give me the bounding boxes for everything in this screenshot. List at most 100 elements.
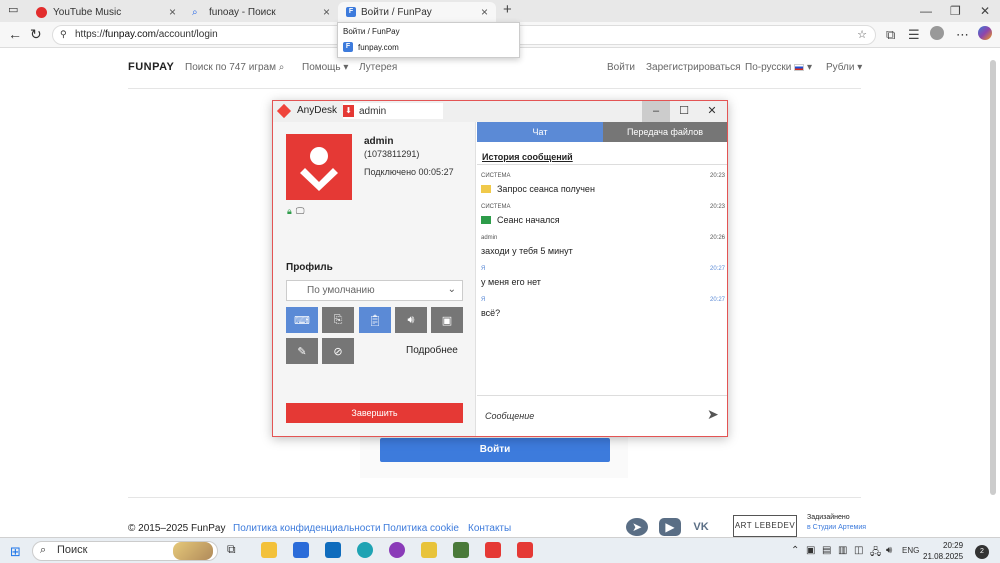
page-scrollbar[interactable] [990, 60, 996, 495]
draw-permission-button[interactable]: ✎ [286, 338, 318, 364]
remote-address-text: admin [359, 105, 387, 117]
anydesk-taskbar-icon[interactable] [485, 542, 501, 558]
cookie-link[interactable]: Политика cookie [383, 523, 459, 534]
currency-menu[interactable]: Рубли ▾ [826, 62, 862, 73]
screen-permission-button[interactable]: ▣ [431, 307, 463, 333]
anydesk-tabs: Чат Передача файлов [477, 122, 727, 142]
anydesk-logo: AnyDesk [276, 103, 337, 118]
favorites-icon[interactable]: ☰ [908, 27, 920, 43]
profile-select[interactable]: По умолчанию ⌄ [286, 280, 463, 301]
message-history-label[interactable]: История сообщений [482, 152, 573, 162]
file-explorer-icon[interactable] [261, 542, 277, 558]
taskbar-search-input[interactable]: ⌕ Поиск [32, 541, 218, 561]
language-indicator[interactable]: ENG [902, 546, 919, 555]
tray-overflow-icon[interactable]: ⌃ [791, 545, 799, 556]
game-search-link[interactable]: Поиск по 747 играм ⌕ [185, 62, 284, 73]
extensions-icon[interactable]: ⧉ [886, 27, 895, 43]
clock-date: 21.08.2025 [923, 552, 964, 561]
anydesk-session-icon: ⬇ [343, 105, 354, 117]
more-icon[interactable]: ⋯ [956, 27, 969, 43]
store-icon[interactable] [293, 542, 309, 558]
sound-permission-button[interactable]: 🔊︎ [395, 307, 427, 333]
footer-divider [128, 497, 861, 498]
tab-actions-icon[interactable]: ▭ [8, 3, 18, 16]
vk-icon[interactable]: VK [690, 518, 712, 536]
tray-app-icon[interactable]: ▤ [822, 545, 831, 556]
taskbar-search-placeholder: Поиск [57, 544, 88, 556]
tab-chat[interactable]: Чат [477, 122, 603, 142]
file-transfer-permission-button[interactable]: ⎘ [322, 307, 354, 333]
art-lebedev-logo[interactable]: ART LEBEDEV [733, 515, 797, 537]
anydesk-titlebar[interactable]: AnyDesk ⬇ admin – ☐ ✕ [273, 101, 727, 122]
network-icon[interactable]: 🖧︎ [870, 545, 881, 562]
send-icon[interactable]: ➤ [707, 406, 719, 423]
anydesk-maximize-button[interactable]: ☐ [670, 101, 698, 122]
copilot-icon[interactable] [978, 26, 992, 40]
profile-avatar[interactable] [930, 26, 944, 40]
minecraft-icon[interactable] [453, 542, 469, 558]
profile-select-value: По умолчанию [307, 285, 375, 296]
tray-app-icon[interactable]: ◫ [854, 545, 863, 556]
register-link[interactable]: Зарегистрироваться [646, 62, 741, 73]
end-session-button[interactable]: Завершить [286, 403, 463, 423]
keyboard-mouse-permission-button[interactable]: ⌨ [286, 307, 318, 333]
restore-icon[interactable]: ❐ [950, 4, 961, 18]
notification-badge[interactable]: 2 [975, 545, 989, 559]
chat-message: СИСТЕМА 20:23 Запрос сеанса получен [481, 173, 725, 194]
tab-search[interactable]: ⌕ funoay - Поиск × [184, 2, 338, 22]
remote-address-field[interactable]: ⬇ admin [343, 103, 443, 119]
language-menu[interactable]: По-русски ▾ [745, 62, 812, 73]
taskbar: ⊞ ⌕ Поиск ⧉ ⌃ ▣ ▤ ▥ ◫ 🖧︎ 🔊︎ ENG 20:29 21… [0, 537, 1000, 563]
help-menu[interactable]: Помощь ▾ [302, 62, 348, 73]
window-close-icon[interactable]: ✕ [980, 4, 990, 18]
more-details-link[interactable]: Подробнее [406, 345, 458, 356]
close-icon[interactable]: × [169, 5, 176, 19]
chat-message: СИСТЕМА 20:23 Сеанс начался [481, 204, 725, 225]
back-icon[interactable]: ← [8, 26, 22, 42]
site-info-icon[interactable]: ⚲ [60, 29, 67, 40]
chat-message: admin 20:26 заходи у тебя 5 минут [481, 235, 725, 256]
lottery-link[interactable]: Лутерея [359, 62, 397, 73]
block-input-button[interactable]: ⊘ [322, 338, 354, 364]
clock-time: 20:29 [943, 541, 964, 550]
refresh-icon[interactable]: ↻ [30, 26, 42, 43]
anydesk-minimize-button[interactable]: – [642, 101, 670, 122]
anydesk-session-taskbar-icon[interactable] [517, 542, 533, 558]
privacy-link[interactable]: Политика конфиденциальности [233, 523, 381, 534]
tab-title: Войти / FunPay [361, 6, 432, 18]
anydesk-close-button[interactable]: ✕ [698, 101, 726, 122]
tab-funpay[interactable]: F Войти / FunPay × [338, 2, 496, 22]
favorite-star-icon[interactable]: ☆ [857, 28, 867, 41]
clipboard-permission-button[interactable]: 📋︎ [359, 307, 391, 333]
outlook-icon[interactable] [325, 542, 341, 558]
windows-start-icon[interactable]: ⊞ [10, 544, 21, 560]
contacts-link[interactable]: Контакты [468, 523, 511, 534]
tab-file-transfer[interactable]: Передача файлов [603, 122, 727, 142]
funpay-icon: F [346, 7, 356, 17]
screen-icon: ▣ [441, 314, 453, 327]
minimize-icon[interactable]: — [920, 4, 932, 18]
task-view-icon[interactable]: ⧉ [227, 542, 243, 558]
tray-app-icon[interactable]: ▣ [806, 545, 815, 556]
close-icon[interactable]: × [481, 5, 488, 19]
chat-message-input[interactable]: Сообщение [485, 411, 534, 421]
login-submit-button[interactable]: Войти [380, 438, 610, 462]
taskbar-clock[interactable]: 20:29 21.08.2025 [923, 540, 963, 562]
close-icon[interactable]: × [323, 5, 330, 19]
tab-hover-domain: funpay.com [358, 42, 399, 52]
funpay-logo[interactable]: FUNPAY [128, 61, 174, 73]
security-app-icon[interactable] [421, 542, 437, 558]
new-tab-icon[interactable]: + [503, 1, 512, 18]
telegram-icon[interactable]: ➤ [626, 518, 648, 536]
tray-app-icon[interactable]: ▥ [838, 545, 847, 556]
edge-icon[interactable] [357, 542, 373, 558]
tab-youtube-music[interactable]: YouTube Music × [28, 2, 184, 22]
youtube-icon[interactable]: ▶ [659, 518, 681, 536]
login-link[interactable]: Войти [607, 62, 635, 73]
url-path: /account/login [155, 29, 218, 40]
messenger-icon[interactable] [389, 542, 405, 558]
speaker-icon: 🔊︎ [407, 313, 415, 326]
keyboard-icon: ⌨ [294, 314, 310, 327]
volume-icon[interactable]: 🔊︎ [886, 545, 892, 556]
chevron-down-icon: ⌄ [447, 284, 456, 295]
